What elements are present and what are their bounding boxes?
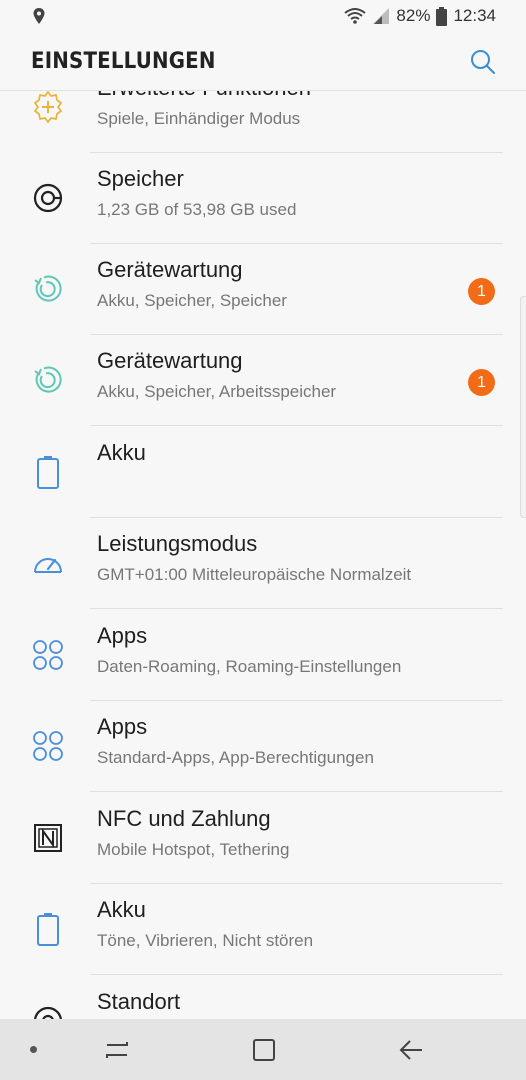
- battery-icon: [436, 6, 448, 26]
- item-label: Akku: [97, 440, 146, 465]
- item-label: Standort: [97, 989, 181, 1014]
- battery-percent: 82%: [396, 6, 431, 25]
- storage-icon: [33, 183, 63, 213]
- scroll-handle[interactable]: [520, 296, 526, 518]
- item-subtitle: Standard-Apps, App-Berechtigungen: [97, 748, 374, 767]
- settings-item-battery[interactable]: Akku: [0, 427, 526, 518]
- notification-badge: 1: [468, 369, 495, 396]
- item-label: NFC und Zahlung: [97, 806, 271, 831]
- item-subtitle: Daten-Roaming, Roaming-Einstellungen: [97, 657, 402, 676]
- location-icon: [33, 8, 45, 24]
- divider: [90, 608, 503, 609]
- settings-item-apps-2[interactable]: Apps Standard-Apps, App-Berechtigungen: [0, 701, 526, 792]
- clock: 12:34: [453, 6, 496, 25]
- app-bar: EINSTELLUNGEN: [0, 34, 526, 91]
- settings-item-apps[interactable]: Apps Daten-Roaming, Roaming-Einstellunge…: [0, 610, 526, 701]
- divider: [90, 791, 503, 792]
- gear-plus-icon: [34, 91, 62, 123]
- navigation-bar: [0, 1019, 526, 1080]
- location-target-icon: [34, 1006, 62, 1019]
- apps-icon: [33, 731, 63, 761]
- apps-icon: [33, 640, 63, 670]
- home-icon[interactable]: [251, 1037, 277, 1063]
- item-subtitle: Mobile Hotspot, Tethering: [97, 840, 290, 859]
- nav-dot-indicator: [30, 1046, 37, 1053]
- item-label: Apps: [97, 714, 148, 739]
- item-subtitle: Akku, Speicher, Speicher: [97, 291, 287, 310]
- item-label: Apps: [97, 623, 148, 648]
- gauge-icon: [34, 558, 62, 573]
- battery-icon: [37, 913, 59, 946]
- search-icon[interactable]: [468, 47, 498, 77]
- item-label: Erweiterte Funktionen: [97, 91, 311, 101]
- device-care-icon: [34, 275, 62, 302]
- item-label: Leistungsmodus: [97, 531, 258, 556]
- settings-list: Erweiterte Funktionen Spiele, Einhändige…: [0, 91, 526, 1019]
- settings-item-battery-2[interactable]: Akku Töne, Vibrieren, Nicht stören: [0, 884, 526, 975]
- device-care-icon: [34, 366, 62, 393]
- divider: [90, 974, 503, 975]
- status-bar: 82% 12:34: [0, 0, 526, 34]
- divider: [90, 425, 503, 426]
- settings-item-storage[interactable]: Speicher 1,23 GB of 53,98 GB used: [0, 153, 526, 244]
- settings-item-device-care[interactable]: Gerätewartung Akku, Speicher, Speicher 1: [0, 244, 526, 335]
- nfc-icon: [34, 824, 62, 852]
- item-label: Gerätewartung: [97, 257, 243, 282]
- item-subtitle: Akku, Speicher, Arbeitsspeicher: [97, 382, 337, 401]
- settings-item-device-care-2[interactable]: Gerätewartung Akku, Speicher, Arbeitsspe…: [0, 335, 526, 426]
- item-subtitle: Spiele, Einhändiger Modus: [97, 109, 301, 128]
- item-subtitle: Töne, Vibrieren, Nicht stören: [97, 931, 314, 950]
- item-subtitle: GMT+01:00 Mitteleuropäische Normalzeit: [97, 565, 412, 584]
- settings-item-location[interactable]: Standort: [0, 976, 526, 1019]
- item-subtitle: 1,23 GB of 53,98 GB used: [97, 200, 297, 219]
- item-label: Akku: [97, 897, 146, 922]
- settings-item-nfc[interactable]: NFC und Zahlung Mobile Hotspot, Tetherin…: [0, 793, 526, 884]
- page-title: EINSTELLUNGEN: [31, 49, 216, 74]
- settings-item-advanced-features[interactable]: Erweiterte Funktionen Spiele, Einhändige…: [0, 91, 526, 153]
- signal-icon: [373, 8, 390, 24]
- notification-badge: 1: [468, 278, 495, 305]
- item-label: Speicher: [97, 166, 184, 191]
- back-icon[interactable]: [398, 1037, 424, 1063]
- recent-apps-icon[interactable]: [104, 1037, 130, 1063]
- wifi-icon: [344, 8, 367, 24]
- item-label: Gerätewartung: [97, 348, 243, 373]
- battery-icon: [37, 456, 59, 489]
- settings-item-performance-mode[interactable]: Leistungsmodus GMT+01:00 Mitteleuropäisc…: [0, 518, 526, 609]
